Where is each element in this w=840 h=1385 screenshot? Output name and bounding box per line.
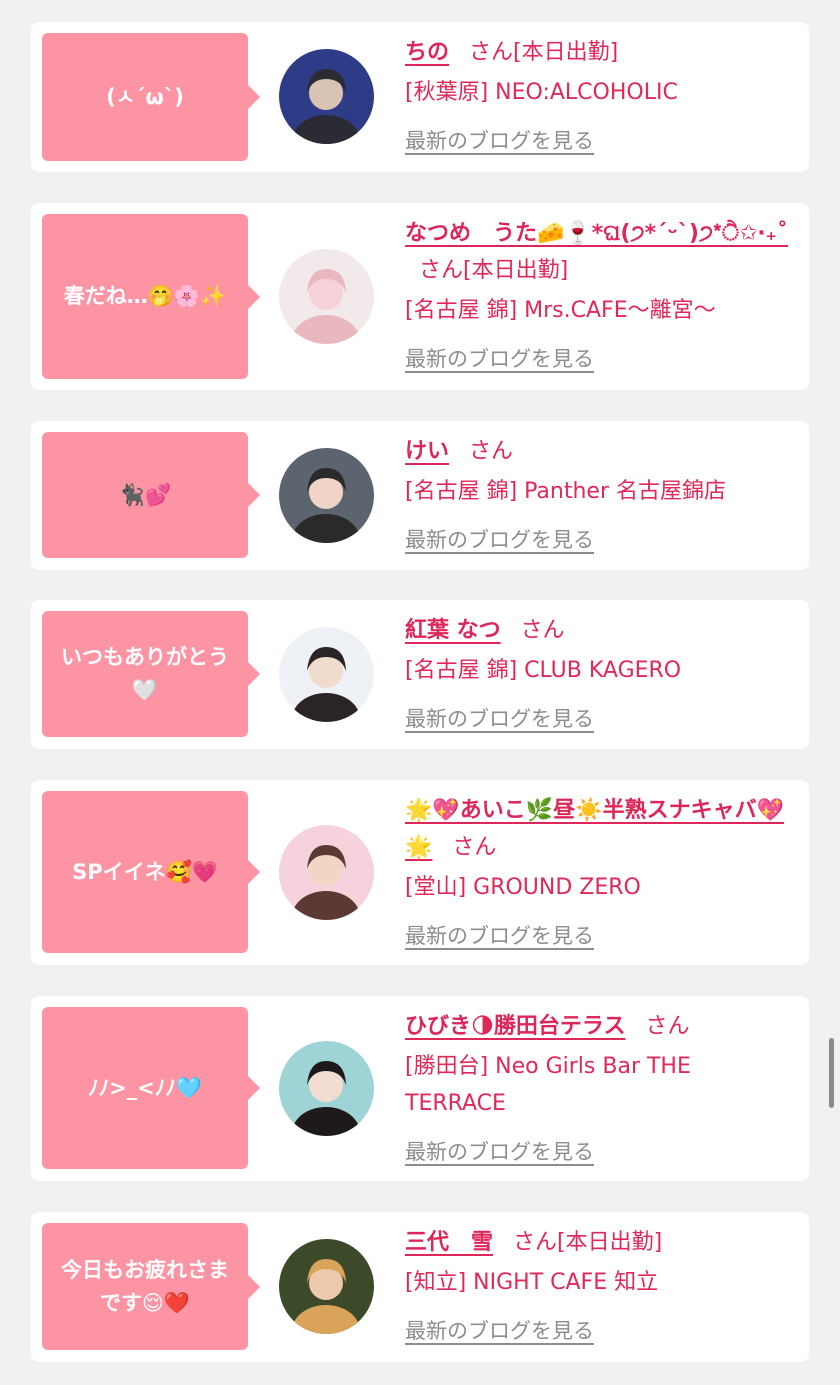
cast-name-link[interactable]: ひびき🌗勝田台テラス xyxy=(405,1014,626,1039)
message-line: です😌❤️ xyxy=(99,1290,191,1315)
honorific: さん xyxy=(513,1230,558,1255)
message-line: いつもありがとう xyxy=(61,645,229,669)
latest-blog-link[interactable]: 最新のブログを見る xyxy=(405,341,594,378)
message-bubble: 春だね…🤭🌸✨ xyxy=(42,214,260,379)
avatar[interactable] xyxy=(279,49,374,144)
honorific: さん xyxy=(452,835,497,860)
avatar[interactable] xyxy=(279,1239,374,1334)
latest-blog-link[interactable]: 最新のブログを見る xyxy=(405,1134,594,1171)
message-bubble: 今日もお疲れさま です😌❤️ xyxy=(42,1223,260,1350)
avatar[interactable] xyxy=(279,627,374,722)
message-line: 🐈‍⬛💕 xyxy=(118,482,172,507)
avatar-image xyxy=(279,249,374,344)
cast-name-link[interactable]: 紅葉 なつ xyxy=(405,618,501,643)
shop-label: [勝田台] Neo Girls Bar THE TERRACE xyxy=(405,1054,691,1116)
message-line: 春だね…🤭🌸✨ xyxy=(63,284,227,308)
avatar-image xyxy=(279,1041,374,1136)
avatar-image xyxy=(279,49,374,144)
honorific: さん xyxy=(469,40,514,65)
attendance-status: [本日出勤] xyxy=(463,258,569,283)
message-line: 🤍 xyxy=(131,678,159,702)
cast-card[interactable]: 🐈‍⬛💕 けい さん [名古屋 錦] Panther 名古屋錦店 最新のブログを見… xyxy=(31,421,809,570)
shop-label: [堂山] GROUND ZERO xyxy=(405,875,641,900)
cast-card[interactable]: ﾉﾉ>_<ﾉﾉ🩵 ひびき🌗勝田台テラス さん [勝田台] Neo Girls Ba… xyxy=(31,996,809,1181)
honorific: さん xyxy=(520,618,565,643)
avatar[interactable] xyxy=(279,249,374,344)
shop-label: [名古屋 錦] Mrs.CAFE〜離宮〜 xyxy=(405,298,716,323)
message-line: ﾉﾉ>_<ﾉﾉ🩵 xyxy=(88,1075,202,1100)
cast-card[interactable]: 春だね…🤭🌸✨ なつめ うた🧀🍷*ଘ(੭*ˊᵕˋ)੭*ੈ✩‧₊˚ さん[本日出勤]… xyxy=(31,203,809,390)
shop-label: [名古屋 錦] CLUB KAGERO xyxy=(405,658,682,683)
shop-label: [秋葉原] NEO:ALCOHOLIC xyxy=(405,80,678,105)
message-bubble: 🐈‍⬛💕 xyxy=(42,432,260,558)
latest-blog-link[interactable]: 最新のブログを見る xyxy=(405,522,594,559)
honorific: さん xyxy=(469,439,514,464)
avatar-image xyxy=(279,627,374,722)
cast-name-link[interactable]: 三代 雪 xyxy=(405,1230,493,1255)
avatar-image xyxy=(279,825,374,920)
avatar[interactable] xyxy=(279,448,374,543)
cast-card[interactable]: 今日もお疲れさま です😌❤️ 三代 雪さん[本日出勤] [知立] NIGHT C… xyxy=(31,1212,809,1362)
attendance-status: [本日出勤] xyxy=(557,1230,663,1255)
latest-blog-link[interactable]: 最新のブログを見る xyxy=(405,1313,594,1350)
avatar[interactable] xyxy=(279,1041,374,1136)
message-line: SPイイネ🥰💗 xyxy=(72,859,218,884)
latest-blog-link[interactable]: 最新のブログを見る xyxy=(405,701,594,738)
cast-card[interactable]: いつもありがとう 🤍 紅葉 なつ さん [名古屋 錦] CLUB KAGERO 最… xyxy=(31,600,809,749)
honorific: さん xyxy=(419,258,464,283)
message-bubble: (ㅅ´ω`) xyxy=(42,33,260,161)
message-bubble: いつもありがとう 🤍 xyxy=(42,611,260,737)
avatar[interactable] xyxy=(279,825,374,920)
scrollbar-thumb[interactable] xyxy=(829,1038,834,1108)
latest-blog-link[interactable]: 最新のブログを見る xyxy=(405,123,594,160)
attendance-status: [本日出勤] xyxy=(513,40,619,65)
cast-name-link[interactable]: けい xyxy=(405,439,449,464)
avatar-image xyxy=(279,448,374,543)
avatar-image xyxy=(279,1239,374,1334)
cast-name-link[interactable]: ちの xyxy=(405,40,449,65)
cast-card[interactable]: (ㅅ´ω`) ちの さん[本日出勤] [秋葉原] NEO:ALCOHOLIC 最新… xyxy=(31,22,809,172)
message-line: (ㅅ´ω`) xyxy=(106,84,184,109)
shop-label: [名古屋 錦] Panther 名古屋錦店 xyxy=(405,479,726,504)
message-line: 今日もお疲れさま xyxy=(61,1257,229,1282)
message-bubble: ﾉﾉ>_<ﾉﾉ🩵 xyxy=(42,1007,260,1169)
honorific: さん xyxy=(645,1014,690,1039)
shop-label: [知立] NIGHT CAFE 知立 xyxy=(405,1270,659,1295)
message-bubble: SPイイネ🥰💗 xyxy=(42,791,260,953)
latest-blog-link[interactable]: 最新のブログを見る xyxy=(405,918,594,955)
cast-card[interactable]: SPイイネ🥰💗 🌟💖あいこ🌿昼☀️半熟スナキャバ💖🌟 さん [堂山] GROUND… xyxy=(31,780,809,965)
cast-name-link[interactable]: なつめ うた🧀🍷*ଘ(੭*ˊᵕˋ)੭*ੈ✩‧₊˚ xyxy=(405,221,788,246)
